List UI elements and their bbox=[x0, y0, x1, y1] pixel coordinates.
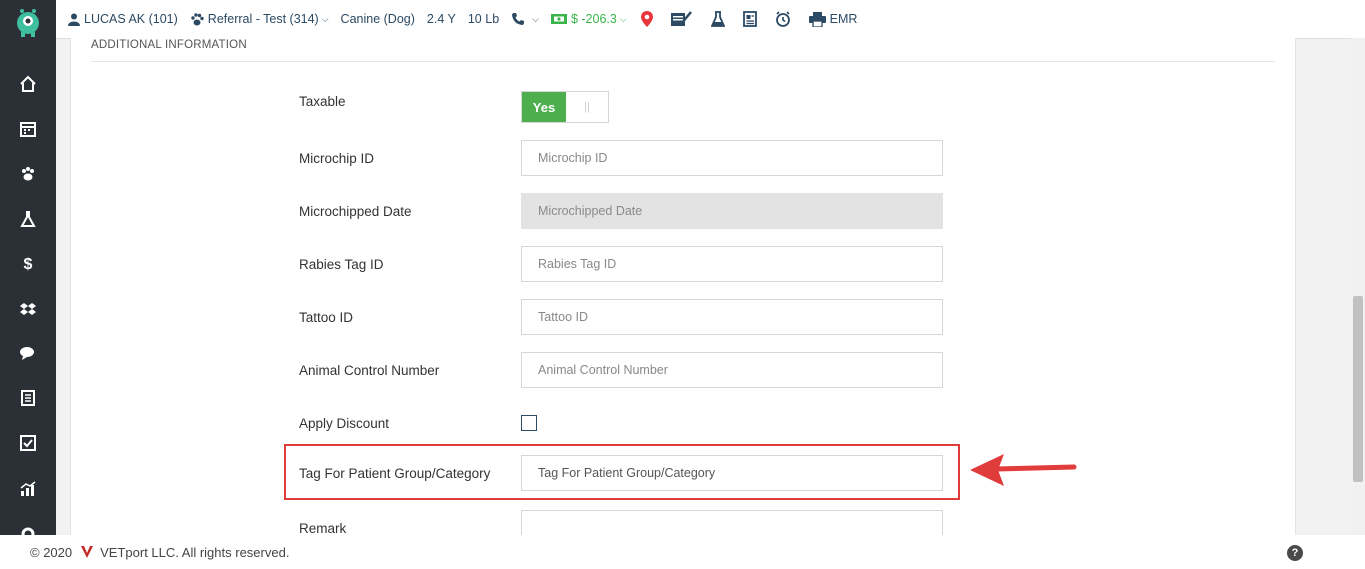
microchip-id-input[interactable]: Microchip ID bbox=[521, 140, 943, 176]
section-title: ADDITIONAL INFORMATION bbox=[91, 39, 1275, 62]
svg-text:$: $ bbox=[24, 256, 33, 273]
phone-icon bbox=[512, 13, 525, 25]
client-name: LUCAS AK (101) bbox=[84, 12, 178, 26]
clock-icon bbox=[775, 11, 790, 27]
tattoo-id-input[interactable]: Tattoo ID bbox=[521, 299, 943, 335]
monster-logo-icon[interactable] bbox=[12, 6, 44, 38]
toggle-yes: Yes bbox=[522, 92, 566, 122]
sidebar: $ bbox=[0, 0, 56, 569]
paw-icon[interactable] bbox=[16, 162, 40, 186]
taxable-toggle[interactable]: Yes || bbox=[521, 91, 609, 123]
dollar-icon[interactable]: $ bbox=[16, 251, 40, 275]
patient-dropdown[interactable]: Referral - Test (314) ⌵ bbox=[190, 12, 329, 26]
company-text: VETport LLC. All rights reserved. bbox=[100, 544, 290, 560]
patient-header-bar: LUCAS AK (101) Referral - Test (314) ⌵ C… bbox=[56, 0, 1365, 39]
weight-link[interactable]: 10 Lb bbox=[468, 12, 499, 26]
chart-icon[interactable] bbox=[16, 477, 40, 501]
location-button[interactable] bbox=[640, 11, 657, 27]
microchipped-date-label: Microchipped Date bbox=[299, 204, 412, 219]
taxable-label: Taxable bbox=[299, 94, 346, 109]
calendar-icon[interactable] bbox=[16, 117, 40, 141]
vaccine-button[interactable] bbox=[670, 10, 697, 28]
toggle-off: || bbox=[584, 101, 590, 113]
microchipped-date-input[interactable]: Microchipped Date bbox=[521, 193, 943, 229]
checkbox-icon[interactable] bbox=[16, 431, 40, 455]
user-icon bbox=[68, 13, 80, 26]
paw-icon bbox=[191, 12, 204, 25]
highlight-box bbox=[284, 444, 960, 500]
money-icon bbox=[550, 14, 567, 24]
client-link[interactable]: LUCAS AK (101) bbox=[68, 12, 178, 26]
document-icon[interactable] bbox=[16, 386, 40, 410]
apply-discount-checkbox[interactable] bbox=[521, 415, 537, 431]
footer: © 2020 VETport LLC. All rights reserved.… bbox=[0, 535, 1365, 569]
flask-icon[interactable] bbox=[16, 207, 40, 231]
help-icon[interactable]: ? bbox=[1287, 545, 1303, 561]
tattoo-id-label: Tattoo ID bbox=[299, 310, 354, 325]
age-label: 2.4 Y bbox=[426, 12, 456, 26]
patient-name: Referral - Test (314) bbox=[207, 12, 319, 26]
phone-dropdown[interactable]: ⌵ bbox=[511, 12, 539, 26]
lab-button[interactable] bbox=[710, 11, 729, 27]
lab-icon bbox=[710, 11, 725, 27]
scrollbar-thumb[interactable] bbox=[1353, 296, 1363, 482]
rabies-tag-id-input[interactable]: Rabies Tag ID bbox=[521, 246, 943, 282]
chat-icon[interactable] bbox=[16, 341, 40, 365]
balance-dropdown[interactable]: $ -206.3 ⌵ bbox=[550, 12, 627, 26]
animal-control-number-input[interactable]: Animal Control Number bbox=[521, 352, 943, 388]
copyright-year: © 2020 bbox=[30, 544, 73, 560]
dropbox-icon[interactable] bbox=[16, 297, 40, 321]
footer-copyright: © 2020 VETport LLC. All rights reserved. bbox=[30, 545, 289, 560]
animal-control-number-label: Animal Control Number bbox=[299, 363, 440, 378]
home-icon[interactable] bbox=[16, 72, 40, 96]
vetport-logo-icon bbox=[81, 546, 94, 558]
rabies-tag-id-label: Rabies Tag ID bbox=[299, 257, 384, 272]
chevron-down-icon: ⌵ bbox=[321, 13, 329, 24]
balance-value: $ -206.3 bbox=[570, 12, 617, 26]
species-label: Canine (Dog) bbox=[340, 12, 415, 26]
emr-label: EMR bbox=[829, 12, 858, 26]
location-icon bbox=[640, 11, 653, 27]
microchip-id-label: Microchip ID bbox=[299, 151, 375, 166]
apply-discount-label: Apply Discount bbox=[299, 416, 390, 431]
vaccine-icon bbox=[670, 11, 692, 26]
notes-icon bbox=[742, 11, 757, 27]
arrow-left-icon bbox=[970, 454, 1077, 486]
chevron-down-icon: ⌵ bbox=[619, 13, 627, 24]
notes-button[interactable] bbox=[742, 11, 761, 27]
remark-label: Remark bbox=[299, 521, 347, 536]
reminder-button[interactable] bbox=[775, 11, 795, 27]
emr-button[interactable]: EMR bbox=[808, 11, 858, 27]
scrollbar[interactable] bbox=[1351, 38, 1365, 535]
chevron-down-icon: ⌵ bbox=[532, 13, 539, 24]
print-icon bbox=[808, 11, 826, 27]
